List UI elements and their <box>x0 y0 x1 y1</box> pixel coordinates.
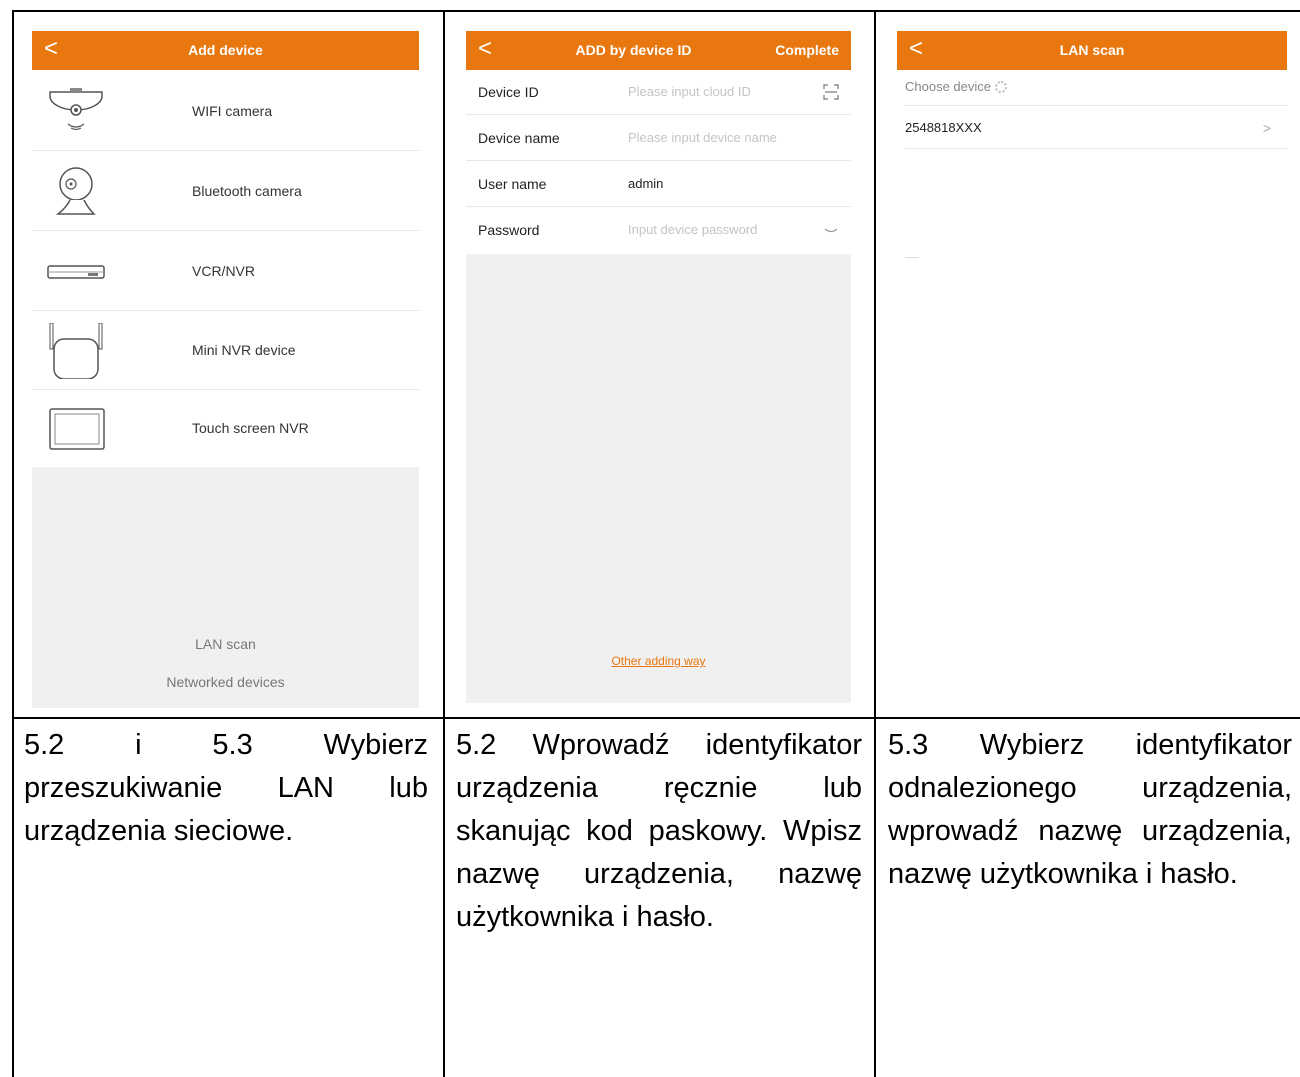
caption-col3: 5.3 Wybierz identyfikator odnalezionego … <box>888 729 1292 890</box>
device-type-item[interactable]: VCR/NVR <box>32 232 419 311</box>
eye-closed-icon[interactable] <box>823 222 839 238</box>
table-divider-col2 <box>874 10 876 1077</box>
device-type-label: Bluetooth camera <box>192 183 302 199</box>
device-id-label: Device ID <box>478 84 539 100</box>
user-name-label: User name <box>478 176 547 192</box>
device-name-input[interactable]: Please input device name <box>628 115 777 161</box>
device-type-item[interactable]: Mini NVR device <box>32 311 419 390</box>
caption-col1: 5.2 i 5.3 Wybierz przeszukiwanie LAN lub… <box>24 729 428 847</box>
page-title: LAN scan <box>1059 42 1125 58</box>
device-type-item[interactable]: Bluetooth camera <box>32 152 419 231</box>
choose-device-label: Choose device <box>905 79 1007 94</box>
device-type-item[interactable]: WIFI camera <box>32 72 419 151</box>
bottom-panel: LAN scan Networked devices <box>32 467 419 708</box>
page-title: Add device <box>188 42 263 58</box>
password-row: Password Input device password <box>466 207 851 253</box>
table-divider-col1 <box>443 10 445 1077</box>
scan-code-icon[interactable] <box>823 84 839 100</box>
wifi-camera-icon <box>49 88 103 131</box>
lan-scan-link[interactable]: LAN scan <box>32 636 419 652</box>
add-by-id-screen: < ADD by device ID Complete Device ID Pl… <box>466 31 851 703</box>
device-name-row: Device name Please input device name <box>466 115 851 161</box>
chevron-right-icon: > <box>1262 120 1271 136</box>
bluetooth-camera-icon <box>55 167 96 215</box>
device-id-value: 2548818XXX <box>905 120 982 135</box>
list-item[interactable]: 2548818XXX > <box>905 105 1287 149</box>
app-header: < Add device <box>32 31 419 70</box>
app-header: < ADD by device ID Complete <box>466 31 851 70</box>
table-divider-horizontal <box>12 717 1300 719</box>
page-title: ADD by device ID <box>575 42 692 58</box>
caption-col2: 5.2 Wprowadź identyfikator urządzenia rę… <box>456 729 862 933</box>
lan-scan-screen: < LAN scan Choose device 2548818XXX > <box>897 31 1287 331</box>
touch-screen-nvr-icon <box>49 408 105 450</box>
loading-spinner-icon <box>995 81 1007 93</box>
device-id-input[interactable]: Please input cloud ID <box>628 69 751 115</box>
password-input[interactable]: Input device password <box>628 207 757 253</box>
device-type-label: Touch screen NVR <box>192 420 309 436</box>
user-name-input[interactable]: admin <box>628 161 663 207</box>
other-adding-way-link[interactable]: Other adding way <box>466 654 851 668</box>
user-name-row: User name admin <box>466 161 851 207</box>
complete-button[interactable]: Complete <box>775 31 839 70</box>
device-type-label: Mini NVR device <box>192 342 296 358</box>
nvr-box-icon <box>47 265 105 279</box>
divider <box>905 257 919 258</box>
device-type-item[interactable]: Touch screen NVR <box>32 389 419 468</box>
password-label: Password <box>478 222 540 238</box>
mini-nvr-icon <box>49 323 103 379</box>
form-bottom-panel: Other adding way <box>466 254 851 703</box>
device-name-label: Device name <box>478 130 560 146</box>
add-device-screen: < Add device WIFI camera Bluetooth camer… <box>32 31 419 708</box>
networked-devices-link[interactable]: Networked devices <box>32 674 419 690</box>
app-header: < LAN scan <box>897 31 1287 70</box>
device-type-label: VCR/NVR <box>192 263 256 279</box>
device-type-label: WIFI camera <box>192 103 273 119</box>
device-id-row: Device ID Please input cloud ID <box>466 69 851 115</box>
